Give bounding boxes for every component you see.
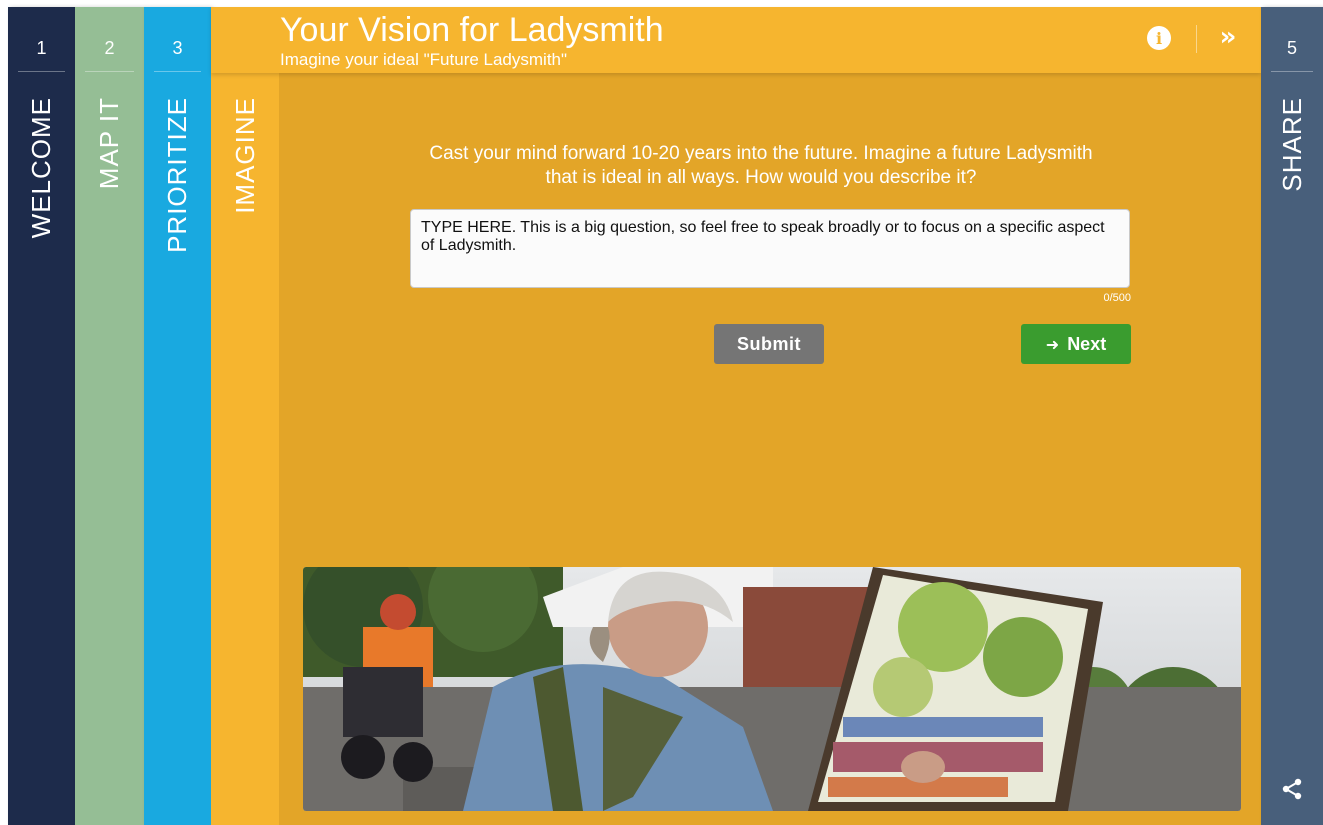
next-button-label: Next <box>1067 333 1107 354</box>
double-chevron-right-icon[interactable]: » <box>1213 23 1243 53</box>
page-title: Your Vision for Ladysmith <box>280 11 664 49</box>
step-tab-map-it[interactable]: 2 MAP IT <box>75 7 144 825</box>
header-divider <box>1196 25 1197 53</box>
share-icon[interactable] <box>1280 777 1304 801</box>
step-tab-share[interactable]: 5 SHARE <box>1261 7 1323 825</box>
step-tab-welcome[interactable]: 1 WELCOME <box>8 7 75 825</box>
step-divider <box>154 71 201 72</box>
arrow-right-icon: ➜ <box>1045 334 1060 354</box>
step-number: 2 <box>104 38 115 58</box>
step-number: 3 <box>172 38 183 58</box>
answer-textarea[interactable] <box>410 209 1130 288</box>
step-divider <box>1271 71 1313 72</box>
step-label: SHARE <box>1276 97 1307 192</box>
step-tab-imagine[interactable]: 4 IMAGINE <box>211 7 279 825</box>
info-icon[interactable]: i <box>1147 26 1171 50</box>
step-panel-imagine: 4 IMAGINE Your Vision for Ladysmith Imag… <box>211 7 1261 825</box>
question-text: Cast your mind forward 10-20 years into … <box>429 143 1093 188</box>
artist-painting-photo <box>303 567 1241 811</box>
step-label: IMAGINE <box>229 97 260 214</box>
step-label: WELCOME <box>26 97 56 239</box>
step-divider <box>85 71 134 72</box>
next-button[interactable]: ➜ Next <box>1021 324 1131 364</box>
step-number: 1 <box>36 38 47 58</box>
panel-header: Your Vision for Ladysmith Imagine your i… <box>211 7 1261 73</box>
step-tab-prioritize[interactable]: 3 PRIORITIZE <box>144 7 211 825</box>
page-subtitle: Imagine your ideal "Future Ladysmith" <box>280 50 568 69</box>
step-label: PRIORITIZE <box>162 97 192 253</box>
step-label: MAP IT <box>94 97 124 190</box>
submit-button[interactable]: Submit <box>714 324 824 364</box>
step-number: 5 <box>1286 38 1297 58</box>
character-counter: 0/500 <box>1103 292 1131 304</box>
step-divider <box>18 71 65 72</box>
